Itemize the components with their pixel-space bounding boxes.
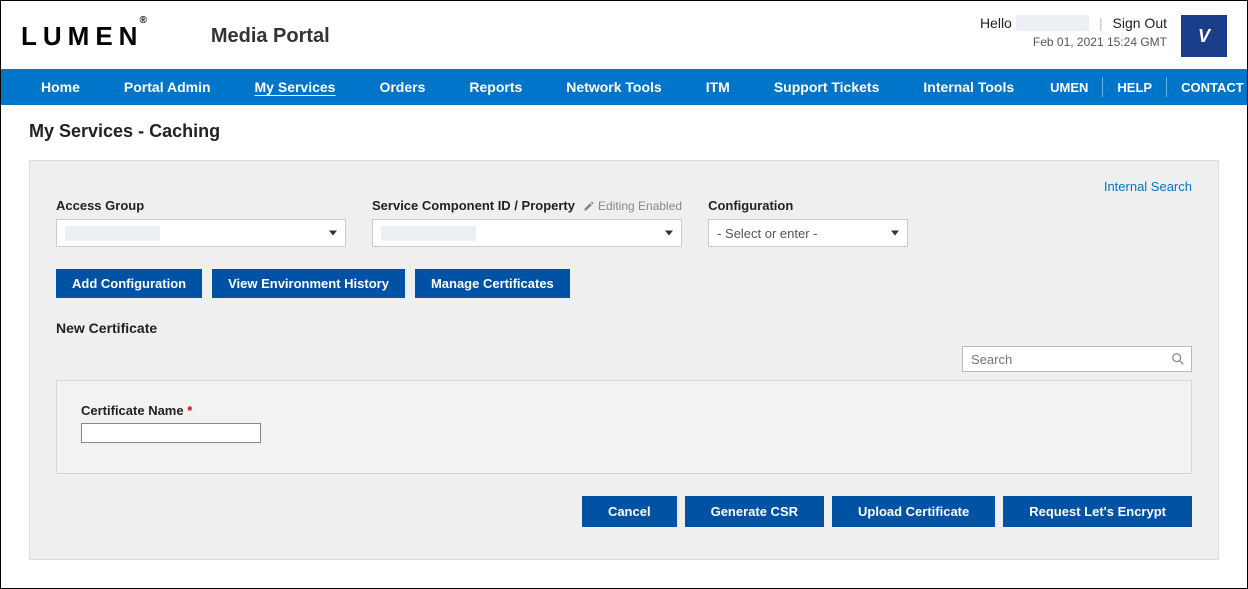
new-certificate-heading: New Certificate xyxy=(56,320,1192,336)
nav-contact-us[interactable]: CONTACT US xyxy=(1167,80,1248,95)
nav-my-services[interactable]: My Services xyxy=(233,79,358,95)
hello-prefix: Hello xyxy=(980,15,1012,31)
nav-help[interactable]: HELP xyxy=(1103,80,1166,95)
add-configuration-button[interactable]: Add Configuration xyxy=(56,269,202,298)
page-title: My Services - Caching xyxy=(29,121,1219,142)
nav-orders[interactable]: Orders xyxy=(357,79,447,95)
certificate-name-input[interactable] xyxy=(81,423,261,443)
nav-portal-admin[interactable]: Portal Admin xyxy=(102,79,233,95)
search-box[interactable] xyxy=(962,346,1192,372)
edit-icon xyxy=(583,200,595,212)
search-icon xyxy=(1171,352,1185,366)
caret-down-icon xyxy=(329,231,337,236)
view-environment-history-button[interactable]: View Environment History xyxy=(212,269,405,298)
main-nav: Home Portal Admin My Services Orders Rep… xyxy=(1,69,1247,105)
nav-umen[interactable]: UMEN xyxy=(1036,80,1102,95)
registered-icon: ® xyxy=(139,15,146,26)
access-group-select[interactable]: XXXX xyxy=(56,219,346,247)
nav-support-tickets[interactable]: Support Tickets xyxy=(752,79,902,95)
brand-logo: LUMEN® xyxy=(21,21,151,52)
generate-csr-button[interactable]: Generate CSR xyxy=(685,496,824,527)
vyvx-logo: V xyxy=(1181,15,1227,57)
header-timestamp: Feb 01, 2021 15:24 GMT xyxy=(980,35,1167,49)
portal-title: Media Portal xyxy=(211,25,330,48)
search-input[interactable] xyxy=(971,352,1171,367)
configuration-placeholder: - Select or enter - xyxy=(717,226,817,241)
required-marker: * xyxy=(187,403,192,418)
caret-down-icon xyxy=(665,231,673,236)
brand-text: LUMEN xyxy=(21,21,143,51)
configuration-label: Configuration xyxy=(708,198,908,213)
certificate-form-panel: Certificate Name * xyxy=(56,380,1192,474)
access-group-value-masked: XXXX xyxy=(65,226,160,241)
certificate-name-label: Certificate Name xyxy=(81,403,184,418)
cancel-button[interactable]: Cancel xyxy=(582,496,677,527)
internal-search-link[interactable]: Internal Search xyxy=(56,179,1192,194)
sign-out-link[interactable]: Sign Out xyxy=(1113,15,1167,31)
app-header: LUMEN® Media Portal Hello XXXX | Sign Ou… xyxy=(1,1,1247,69)
nav-home[interactable]: Home xyxy=(19,79,102,95)
configuration-select[interactable]: - Select or enter - xyxy=(708,219,908,247)
nav-network-tools[interactable]: Network Tools xyxy=(544,79,683,95)
nav-internal-tools[interactable]: Internal Tools xyxy=(901,79,1036,95)
divider-icon: | xyxy=(1099,15,1103,31)
service-component-label: Service Component ID / Property xyxy=(372,198,575,213)
manage-certificates-button[interactable]: Manage Certificates xyxy=(415,269,570,298)
user-greeting: Hello XXXX | Sign Out xyxy=(980,15,1167,31)
main-panel: Internal Search Access Group XXXX Servic… xyxy=(29,160,1219,560)
username-masked: XXXX xyxy=(1016,15,1089,31)
access-group-label: Access Group xyxy=(56,198,346,213)
nav-itm[interactable]: ITM xyxy=(684,79,752,95)
caret-down-icon xyxy=(891,231,899,236)
nav-reports[interactable]: Reports xyxy=(447,79,544,95)
service-component-value-masked: XXXX xyxy=(381,226,476,241)
service-component-select[interactable]: XXXX xyxy=(372,219,682,247)
upload-certificate-button[interactable]: Upload Certificate xyxy=(832,496,995,527)
editing-enabled-text: Editing Enabled xyxy=(598,199,682,213)
request-lets-encrypt-button[interactable]: Request Let's Encrypt xyxy=(1003,496,1192,527)
